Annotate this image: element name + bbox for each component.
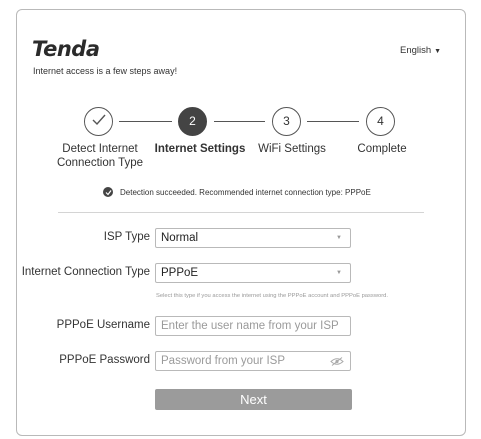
step-1-label: Detect Internet Connection Type bbox=[56, 143, 144, 169]
step-connector bbox=[119, 121, 172, 122]
connection-type-select[interactable]: PPPoE ▼ bbox=[155, 263, 351, 283]
tagline: Internet access is a few steps away! bbox=[33, 66, 178, 76]
pppoe-username-input[interactable]: Enter the user name from your ISP bbox=[155, 316, 351, 336]
detection-message: Detection succeeded. Recommended interne… bbox=[120, 187, 371, 197]
detection-status: Detection succeeded. Recommended interne… bbox=[103, 187, 371, 197]
chevron-down-icon: ▼ bbox=[336, 235, 342, 241]
pppoe-password-label: PPPoE Password bbox=[59, 354, 150, 366]
step-2-label: Internet Settings bbox=[154, 143, 246, 155]
step-3-label: WiFi Settings bbox=[258, 143, 326, 155]
check-circle-icon bbox=[103, 187, 113, 197]
tenda-logo: Tenda bbox=[32, 37, 100, 61]
isp-type-select[interactable]: Normal ▼ bbox=[155, 228, 351, 248]
isp-type-label: ISP Type bbox=[103, 231, 150, 243]
pppoe-password-input[interactable]: Password from your ISP bbox=[155, 351, 351, 371]
connection-type-label: Internet Connection Type bbox=[21, 266, 150, 278]
step-3: 3 bbox=[272, 107, 301, 136]
step-1-done bbox=[84, 107, 113, 136]
step-connector bbox=[214, 121, 265, 122]
pppoe-password-placeholder: Password from your ISP bbox=[161, 355, 285, 367]
next-button[interactable]: Next bbox=[155, 389, 352, 410]
chevron-down-icon: ▼ bbox=[336, 270, 342, 276]
chevron-down-icon: ▼ bbox=[434, 48, 442, 55]
pppoe-username-label: PPPoE Username bbox=[56, 319, 150, 331]
step-4-label: Complete bbox=[357, 143, 407, 155]
step-connector bbox=[307, 121, 359, 122]
connection-type-value: PPPoE bbox=[161, 267, 199, 279]
divider bbox=[58, 212, 424, 213]
language-selector[interactable]: English ▼ bbox=[400, 45, 441, 56]
language-label: English bbox=[400, 45, 432, 56]
checkmark-icon bbox=[92, 114, 106, 126]
isp-type-value: Normal bbox=[161, 232, 199, 244]
step-4: 4 bbox=[366, 107, 395, 136]
eye-slash-icon[interactable] bbox=[330, 357, 344, 366]
connection-type-hint: Select this type if you access the inter… bbox=[156, 293, 389, 299]
step-2-active: 2 bbox=[178, 107, 207, 136]
